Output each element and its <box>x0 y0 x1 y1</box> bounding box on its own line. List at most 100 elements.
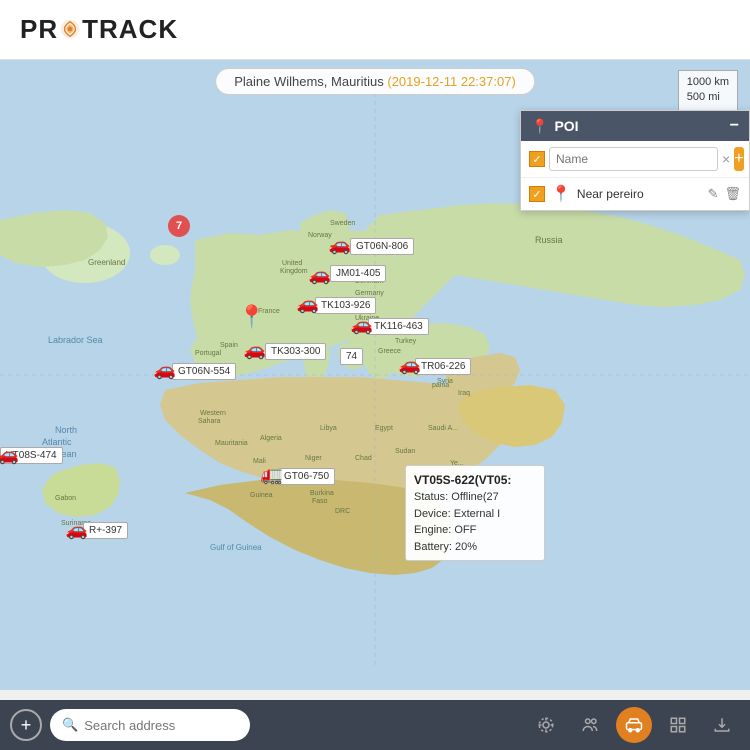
poi-item-icon: 📍 <box>551 184 571 204</box>
poi-edit-button[interactable]: ✎ <box>708 186 719 202</box>
svg-text:Sahara: Sahara <box>198 418 221 425</box>
svg-text:Sudan: Sudan <box>395 448 415 455</box>
svg-text:Libya: Libya <box>320 425 337 432</box>
grid-icon-button[interactable] <box>660 707 696 743</box>
svg-text:pania: pania <box>432 382 449 389</box>
vehicle-label-tk303300[interactable]: TK303-300 <box>265 343 326 360</box>
location-icon <box>537 716 555 734</box>
svg-text:Portugal: Portugal <box>195 350 222 357</box>
svg-text:Mauritania: Mauritania <box>215 440 248 447</box>
vehicle-icon-r397: 🚗 <box>66 520 88 541</box>
svg-text:Russia: Russia <box>535 235 563 245</box>
vehicle-icon-tk303300: 🚗 <box>244 340 266 361</box>
app-logo: PR TRACK <box>20 14 178 45</box>
map-container[interactable]: Labrador Sea North Atlantic Ocean Gulf o… <box>0 60 750 690</box>
poi-all-checkbox[interactable]: ✓ <box>529 151 545 167</box>
poi-delete-button[interactable]: 🗑 <box>724 186 741 202</box>
bottom-toolbar: + 🔍 <box>0 700 750 750</box>
vehicle-detail-popup: VT05S-622(VT05: Status: Offline(27 Devic… <box>405 465 545 561</box>
poi-item-checkbox[interactable]: ✓ <box>529 186 545 202</box>
svg-text:Faso: Faso <box>312 498 328 505</box>
people-icon <box>581 716 599 734</box>
svg-text:Greenland: Greenland <box>88 258 125 267</box>
cluster-badge[interactable]: 7 <box>168 215 190 237</box>
location-text: Plaine Wilhems, Mauritius <box>234 74 384 89</box>
poi-panel: 📍 POI − ✓ × + ✓ 📍 Near pereiro ✎ 🗑 <box>520 110 750 211</box>
search-icon: 🔍 <box>62 717 78 733</box>
vehicle-icon-tk116463: 🚗 <box>351 315 373 336</box>
svg-text:Germany: Germany <box>355 290 384 297</box>
vehicle-label-gt06n554[interactable]: GT06N-554 <box>172 363 236 380</box>
popup-status: Status: Offline(27 <box>414 489 536 506</box>
svg-text:Sweden: Sweden <box>330 220 355 227</box>
add-button[interactable]: + <box>10 709 42 741</box>
popup-device: Device: External I <box>414 506 536 523</box>
vehicle-icon-tk103926: 🚗 <box>297 294 319 315</box>
app-header: PR TRACK <box>0 0 750 60</box>
vehicle-icon-jm01405: 🚗 <box>309 265 331 286</box>
vehicle-label-tr06226[interactable]: TR06-226 <box>415 358 471 375</box>
poi-add-button[interactable]: + <box>734 147 743 171</box>
vehicle-label-74[interactable]: 74 <box>340 348 363 365</box>
map-marker-red[interactable]: 📍 <box>238 304 265 330</box>
download-icon <box>713 716 731 734</box>
svg-text:Egypt: Egypt <box>375 425 393 432</box>
poi-collapse-button[interactable]: − <box>730 117 739 135</box>
svg-text:Gabon: Gabon <box>55 495 76 502</box>
map-location-bar: Plaine Wilhems, Mauritius (2019-12-11 22… <box>215 68 535 95</box>
svg-text:Chad: Chad <box>355 455 372 462</box>
vehicle-label-jm01405[interactable]: JM01-405 <box>330 265 386 282</box>
svg-text:Atlantic: Atlantic <box>42 437 72 447</box>
logo-post: TRACK <box>82 14 178 44</box>
poi-name-input[interactable] <box>549 147 718 171</box>
svg-text:United: United <box>282 260 302 267</box>
vehicle-label-tk103926[interactable]: TK103-926 <box>315 297 376 314</box>
people-icon-button[interactable] <box>572 707 608 743</box>
vehicle-icon-gt06n806: 🚗 <box>329 235 351 256</box>
poi-clear-button[interactable]: × <box>722 151 730 167</box>
svg-text:Spain: Spain <box>220 342 238 349</box>
poi-item-row: ✓ 📍 Near pereiro ✎ 🗑 <box>521 178 749 210</box>
svg-text:Guinea: Guinea <box>250 492 273 499</box>
poi-search-row: ✓ × + <box>521 141 749 178</box>
search-bar[interactable]: 🔍 <box>50 709 250 741</box>
svg-text:DRC: DRC <box>335 508 350 515</box>
poi-header: 📍 POI − <box>521 111 749 141</box>
download-icon-button[interactable] <box>704 707 740 743</box>
svg-text:Labrador Sea: Labrador Sea <box>48 335 103 345</box>
search-address-input[interactable] <box>84 718 238 733</box>
map-scale: 1000 km 500 mi <box>678 70 738 111</box>
vehicle-icon-button[interactable] <box>616 707 652 743</box>
vehicle-icon-tr06226: 🚗 <box>399 355 421 376</box>
popup-title: VT05S-622(VT05: <box>414 471 536 489</box>
map-datetime: (2019-12-11 22:37:07) <box>387 74 515 89</box>
scale-mi: 500 mi <box>687 90 729 105</box>
vehicle-label-gt06750[interactable]: GT06-750 <box>278 468 335 485</box>
logo-pre: PR <box>20 14 58 44</box>
svg-text:Kingdom: Kingdom <box>280 268 308 275</box>
vehicle-icon-gt06n554: 🚗 <box>154 360 176 381</box>
vehicle-label-tk116463[interactable]: TK116-463 <box>368 318 429 335</box>
poi-item-label: Near pereiro <box>577 187 702 201</box>
svg-text:Niger: Niger <box>305 455 322 462</box>
svg-text:Greece: Greece <box>378 348 401 355</box>
svg-text:North: North <box>55 425 77 435</box>
logo-icon <box>59 18 81 40</box>
vehicle-label-gt06n806[interactable]: GT06N-806 <box>350 238 414 255</box>
svg-text:Turkey: Turkey <box>395 338 417 345</box>
vehicle-icon-vt08s474: 🚗 <box>0 445 19 466</box>
popup-engine: Engine: OFF <box>414 522 536 539</box>
popup-battery: Battery: 20% <box>414 539 536 556</box>
vehicle-label-r397[interactable]: R+-397 <box>83 522 128 539</box>
vehicle-icon-gt06750: 🚛 <box>261 465 283 486</box>
vehicle-icon <box>625 716 643 734</box>
poi-pin-icon: 📍 <box>531 118 548 135</box>
svg-text:Iraq: Iraq <box>458 390 470 397</box>
location-icon-button[interactable] <box>528 707 564 743</box>
svg-text:Algeria: Algeria <box>260 435 282 442</box>
svg-text:Gulf of Guinea: Gulf of Guinea <box>210 543 262 552</box>
grid-icon <box>669 716 687 734</box>
poi-title: POI <box>554 118 578 134</box>
svg-text:Western: Western <box>200 410 226 417</box>
svg-text:Saudi A...: Saudi A... <box>428 425 458 432</box>
